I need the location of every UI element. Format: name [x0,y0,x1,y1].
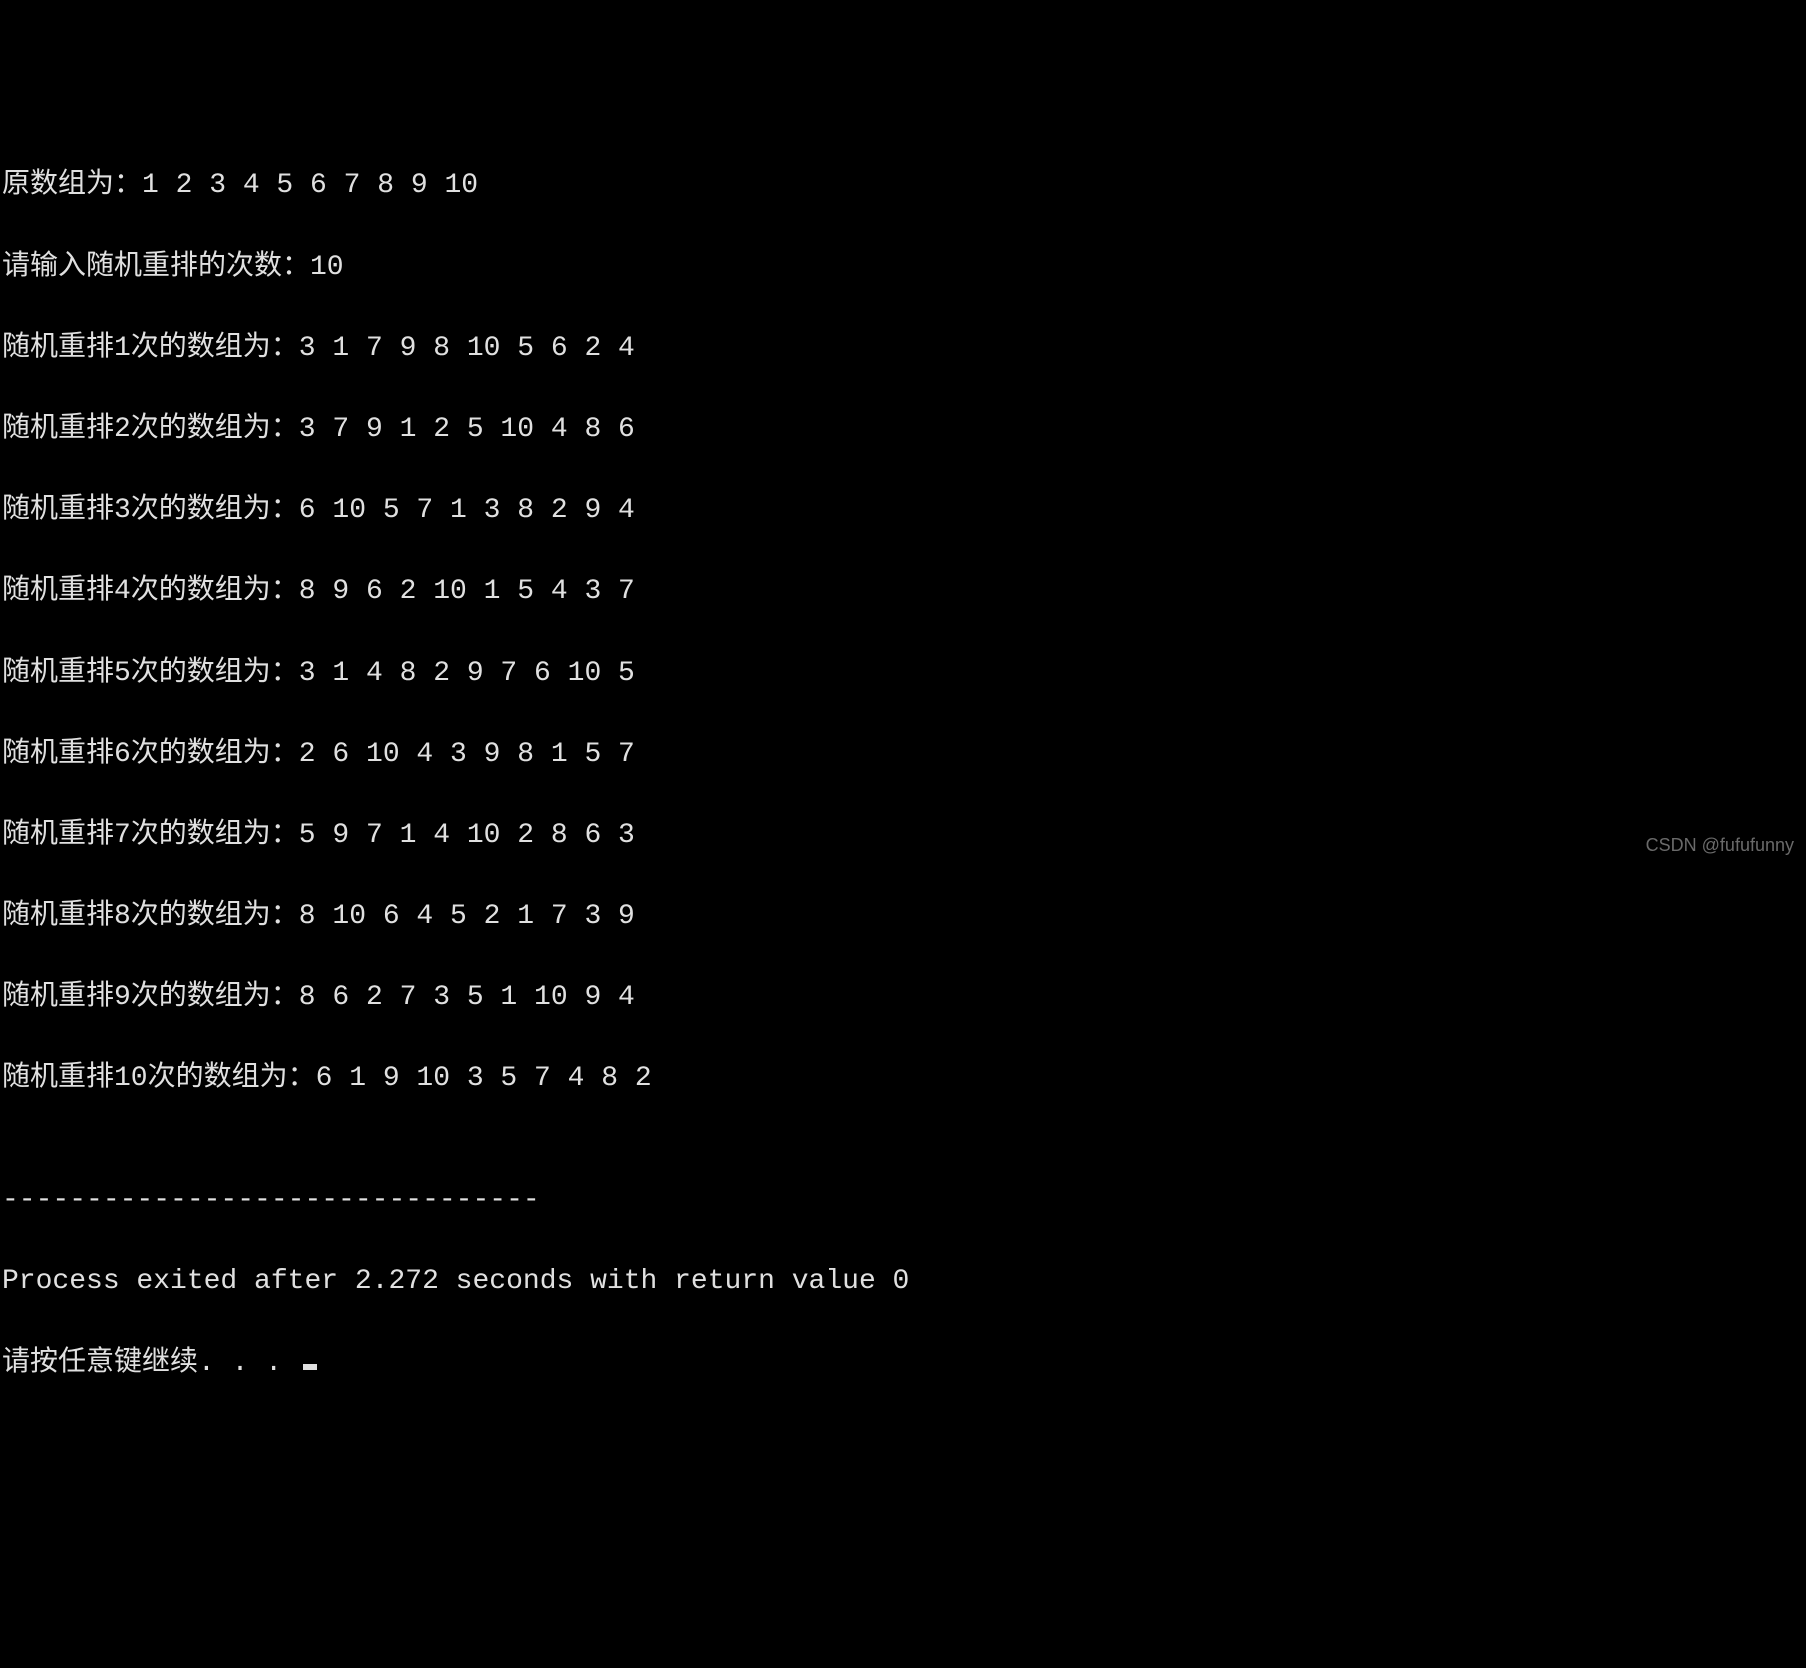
console-line-shuffle-10: 随机重排10次的数组为：6 1 9 10 3 5 7 4 8 2 [2,1059,1804,1100]
console-line-original-array: 原数组为：1 2 3 4 5 6 7 8 9 10 [2,166,1804,207]
console-line-shuffle-2: 随机重排2次的数组为：3 7 9 1 2 5 10 4 8 6 [2,410,1804,451]
console-line-input-count: 请输入随机重排的次数：10 [2,248,1804,289]
console-line-shuffle-9: 随机重排9次的数组为：8 6 2 7 3 5 1 10 9 4 [2,978,1804,1019]
watermark: CSDN @fufufunny [1646,832,1794,858]
console-line-process-exit: Process exited after 2.272 seconds with … [2,1262,1804,1303]
console-line-shuffle-3: 随机重排3次的数组为：6 10 5 7 1 3 8 2 9 4 [2,491,1804,532]
console-line-shuffle-6: 随机重排6次的数组为：2 6 10 4 3 9 8 1 5 7 [2,735,1804,776]
cursor-icon [303,1364,317,1370]
press-any-key-text: 请按任意键继续. . . [2,1348,299,1379]
console-line-shuffle-1: 随机重排1次的数组为：3 1 7 9 8 10 5 6 2 4 [2,329,1804,370]
console-line-separator: -------------------------------- [2,1181,1804,1222]
console-line-shuffle-8: 随机重排8次的数组为：8 10 6 4 5 2 1 7 3 9 [2,897,1804,938]
console-line-shuffle-7: 随机重排7次的数组为：5 9 7 1 4 10 2 8 6 3 [2,816,1804,857]
console-line-press-any-key[interactable]: 请按任意键继续. . . [2,1344,1804,1385]
console-line-shuffle-4: 随机重排4次的数组为：8 9 6 2 10 1 5 4 3 7 [2,572,1804,613]
console-line-shuffle-5: 随机重排5次的数组为：3 1 4 8 2 9 7 6 10 5 [2,654,1804,695]
